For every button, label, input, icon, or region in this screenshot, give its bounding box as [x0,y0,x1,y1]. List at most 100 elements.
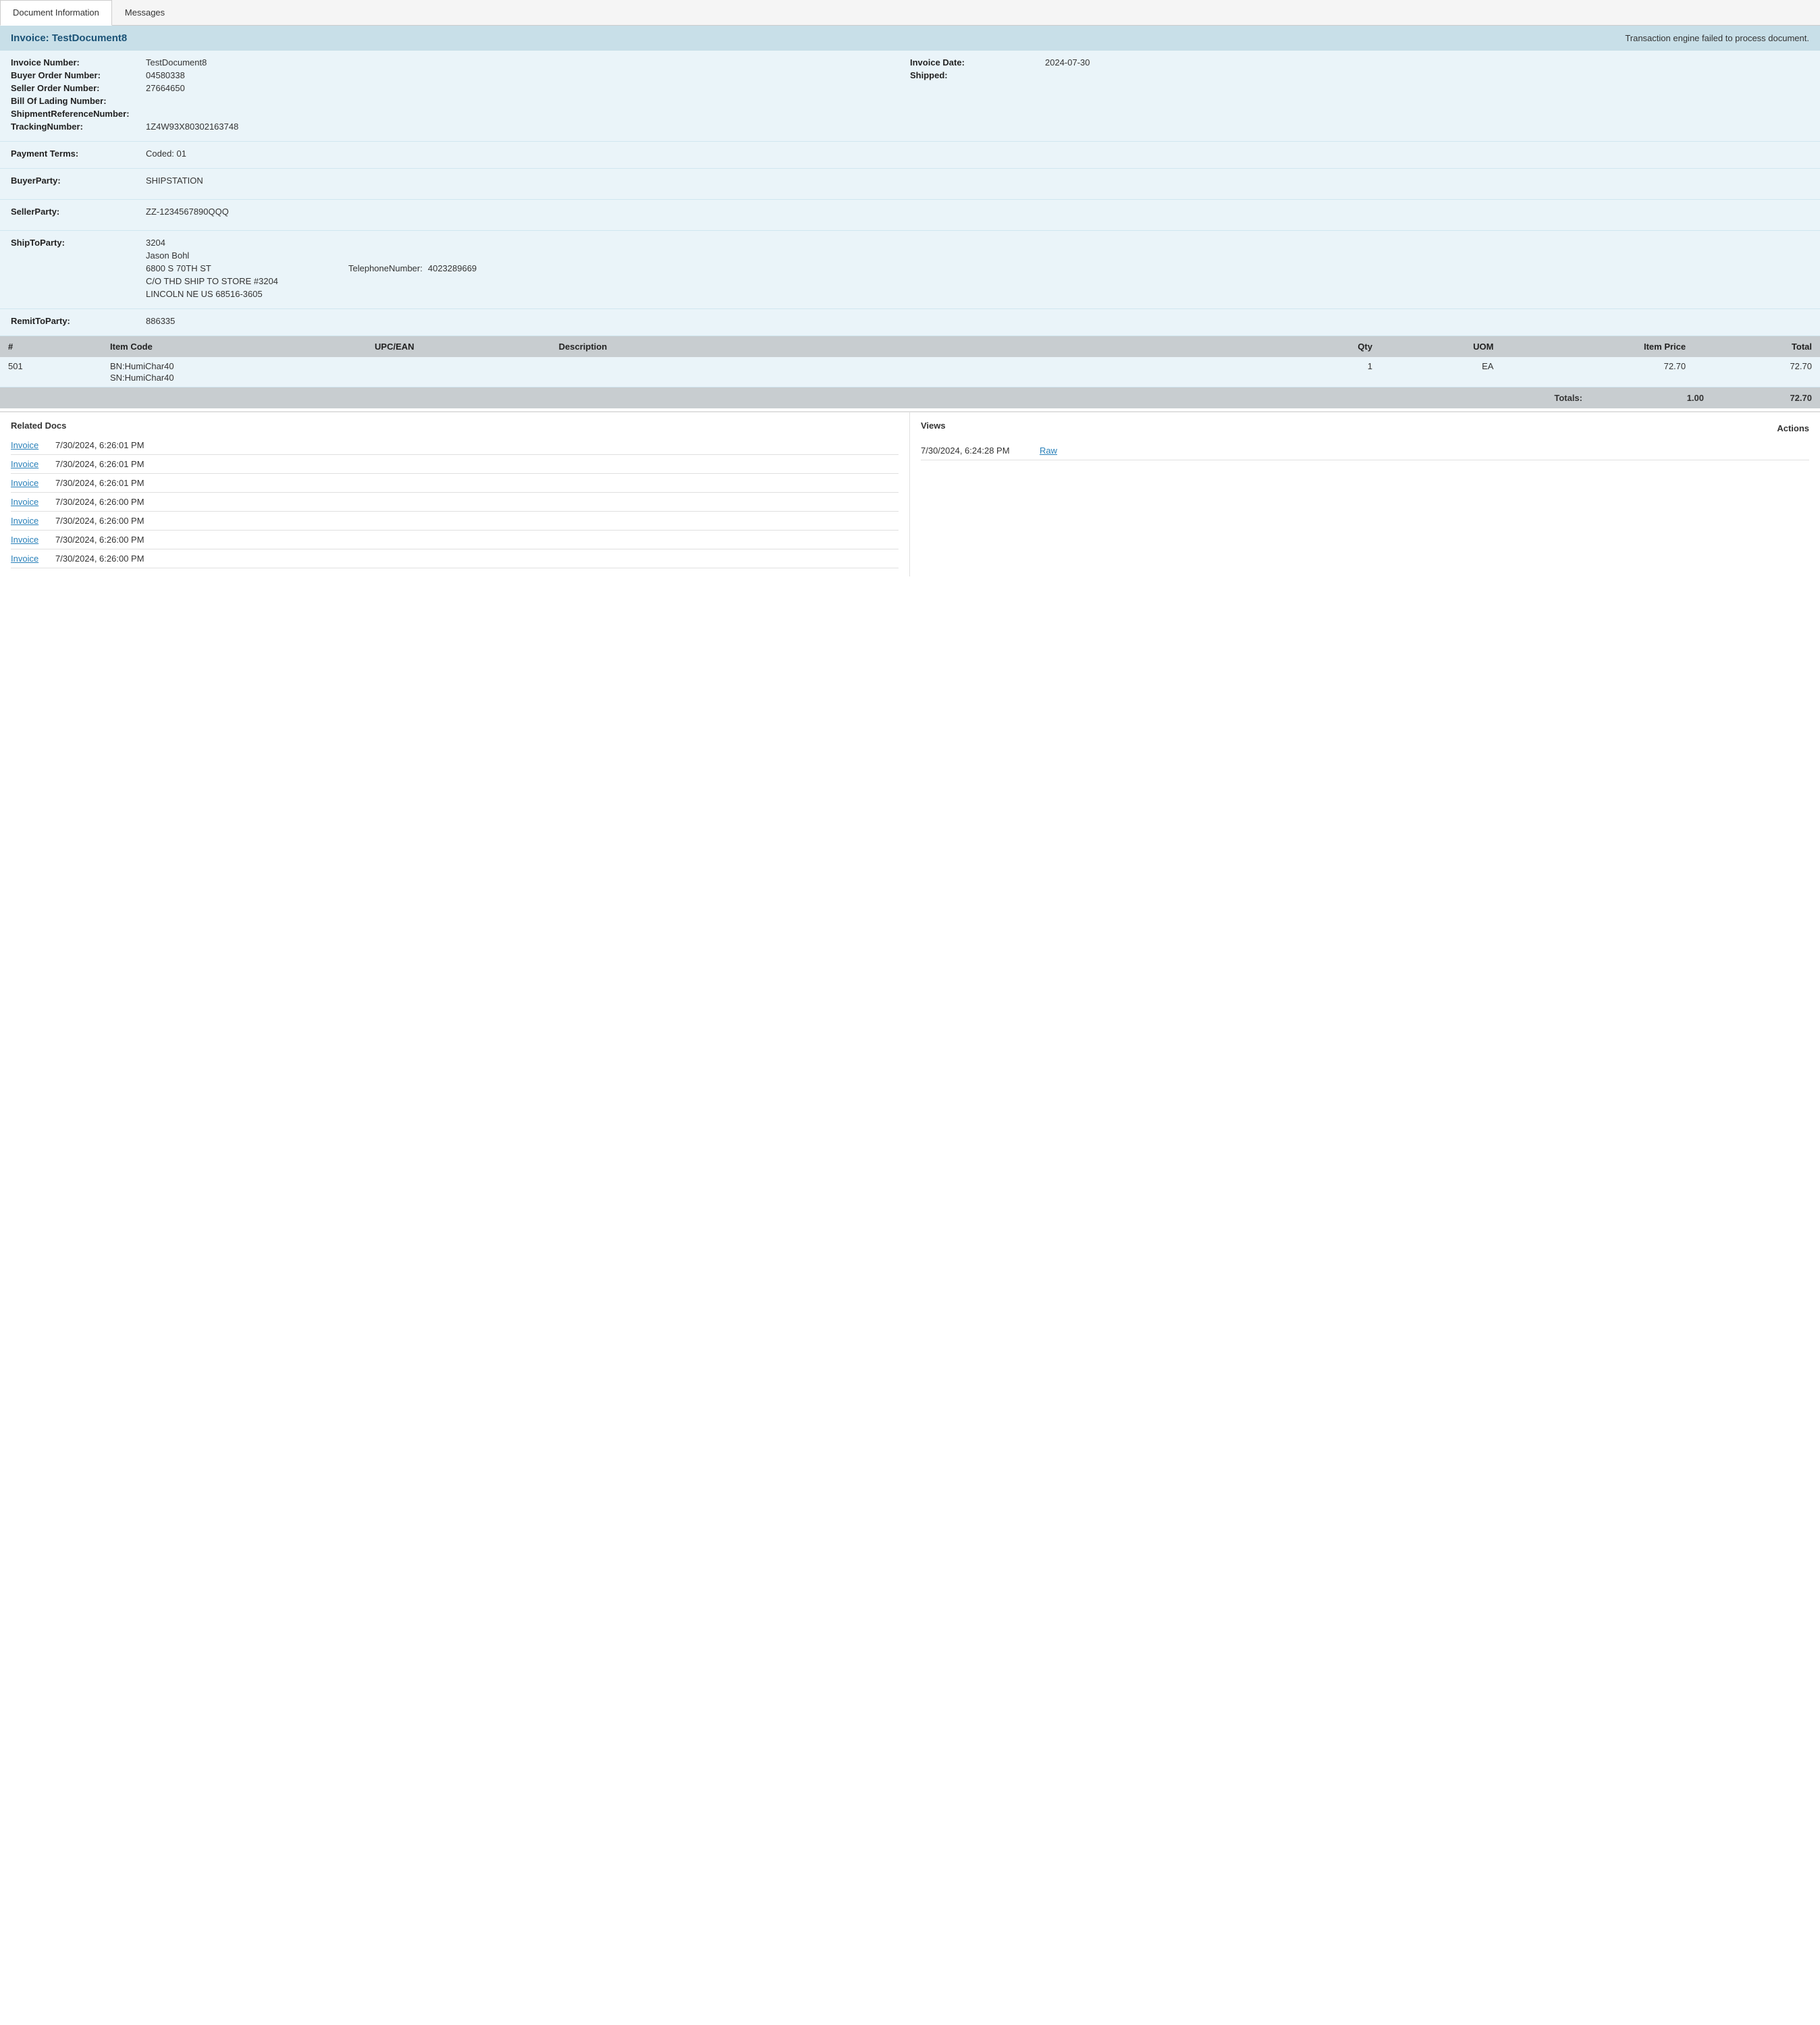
view-row: 7/30/2024, 6:24:28 PM Raw [921,441,1809,460]
shipment-ref-label: ShipmentReferenceNumber: [11,109,146,119]
shipto-name-row: Jason Bohl [146,250,1809,261]
payment-terms-value: Coded: 01 [146,148,186,159]
invoice-banner: Invoice: TestDocument8 Transaction engin… [0,26,1820,51]
related-docs-header: Related Docs [11,421,899,431]
invoice-title: Invoice: TestDocument8 [11,32,127,44]
tab-messages[interactable]: Messages [112,0,178,25]
related-doc-row: Invoice 7/30/2024, 6:26:00 PM [11,493,899,512]
table-row: 501 BN:HumiChar40 SN:HumiChar40 1 EA 72.… [0,357,1820,387]
shipto-content: Jason Bohl 6800 S 70TH ST TelephoneNumbe… [146,250,1809,299]
totals-label: Totals: [8,393,1636,403]
cell-total: 72.70 [1694,357,1820,387]
seller-order-value: 27664650 [146,83,185,93]
related-docs-list: Invoice 7/30/2024, 6:26:01 PM Invoice 7/… [11,436,899,568]
buyer-party-label: BuyerParty: [11,176,146,186]
doc-link[interactable]: Invoice [11,459,45,469]
doc-date: 7/30/2024, 6:26:00 PM [55,535,144,545]
invoice-error: Transaction engine failed to process doc… [1625,33,1809,43]
tracking-label: TrackingNumber: [11,122,146,132]
related-doc-row: Invoice 7/30/2024, 6:26:01 PM [11,474,899,493]
table-header-row: # Item Code UPC/EAN Description Qty UOM … [0,336,1820,357]
views-header: Views [921,421,946,431]
cell-description [551,357,1279,387]
remit-to-row: RemitToParty: 886335 [11,316,1809,326]
shipto-header-row: ShipToParty: 3204 [11,238,1809,248]
main-content: Invoice Number: TestDocument8 Buyer Orde… [0,51,1820,408]
cell-num: 501 [0,357,102,387]
invoice-number-value: TestDocument8 [146,57,207,68]
remit-to-section: RemitToParty: 886335 [0,309,1820,336]
seller-order-label: Seller Order Number: [11,83,146,93]
shipto-address2: C/O THD SHIP TO STORE #3204 [146,276,278,286]
doc-link[interactable]: Invoice [11,478,45,488]
tab-document-information[interactable]: Document Information [0,0,112,26]
shipto-city-state: LINCOLN NE US 68516-3605 [146,289,263,299]
totals-qty: 1.00 [1636,393,1704,403]
doc-link[interactable]: Invoice [11,516,45,526]
invoice-basic-fields: Invoice Number: TestDocument8 Buyer Orde… [0,51,1820,142]
buyer-party-value: SHIPSTATION [146,176,203,186]
item-code-line1: BN:HumiChar40 [110,361,358,371]
totals-total: 72.70 [1758,393,1812,403]
shipto-section: ShipToParty: 3204 Jason Bohl 6800 S 70TH… [0,231,1820,309]
doc-link[interactable]: Invoice [11,535,45,545]
doc-date: 7/30/2024, 6:26:01 PM [55,459,144,469]
payment-terms-label: Payment Terms: [11,148,146,159]
doc-date: 7/30/2024, 6:26:00 PM [55,497,144,507]
shipto-city-row: LINCOLN NE US 68516-3605 [146,289,1809,299]
col-item-code: Item Code [102,336,367,357]
buyer-order-value: 04580338 [146,70,185,80]
totals-row: Totals: 1.00 72.70 [0,387,1820,408]
tracking-row: TrackingNumber: 1Z4W93X80302163748 [11,122,910,132]
shipto-label: ShipToParty: [11,238,146,248]
related-doc-row: Invoice 7/30/2024, 6:26:01 PM [11,455,899,474]
payment-terms-section: Payment Terms: Coded: 01 [0,142,1820,169]
col-upc: UPC/EAN [367,336,551,357]
cell-item-price: 72.70 [1501,357,1694,387]
doc-date: 7/30/2024, 6:26:00 PM [55,516,144,526]
invoice-date-value: 2024-07-30 [1045,57,1090,68]
view-link[interactable]: Raw [1040,446,1057,456]
view-date: 7/30/2024, 6:24:28 PM [921,446,1029,456]
shipto-address2-row: C/O THD SHIP TO STORE #3204 [146,276,1809,286]
seller-party-section: SellerParty: ZZ-1234567890QQQ [0,200,1820,231]
shipto-phone-label: TelephoneNumber: [348,263,423,273]
invoice-number-row: Invoice Number: TestDocument8 [11,57,910,68]
remit-to-label: RemitToParty: [11,316,146,326]
items-table: # Item Code UPC/EAN Description Qty UOM … [0,336,1820,387]
views-header-row: Views Actions [921,421,1809,436]
shipto-phone-value: 4023289669 [428,263,477,273]
related-doc-row: Invoice 7/30/2024, 6:26:00 PM [11,512,899,531]
related-doc-row: Invoice 7/30/2024, 6:26:00 PM [11,549,899,568]
buyer-party-section: BuyerParty: SHIPSTATION [0,169,1820,200]
doc-link[interactable]: Invoice [11,497,45,507]
seller-order-row: Seller Order Number: 27664650 [11,83,910,93]
doc-link[interactable]: Invoice [11,554,45,564]
views-panel: Views Actions 7/30/2024, 6:24:28 PM Raw [910,412,1820,576]
buyer-party-row: BuyerParty: SHIPSTATION [11,176,1809,186]
doc-link[interactable]: Invoice [11,440,45,450]
shipto-id: 3204 [146,238,165,248]
invoice-number-label: Invoice Number: [11,57,146,68]
shipment-ref-row: ShipmentReferenceNumber: [11,109,910,119]
col-item-price: Item Price [1501,336,1694,357]
seller-party-label: SellerParty: [11,207,146,217]
cell-item-code: BN:HumiChar40 SN:HumiChar40 [102,357,367,387]
related-doc-row: Invoice 7/30/2024, 6:26:01 PM [11,436,899,455]
related-doc-row: Invoice 7/30/2024, 6:26:00 PM [11,531,899,549]
cell-upc [367,357,551,387]
buyer-order-label: Buyer Order Number: [11,70,146,80]
shipto-address1: 6800 S 70TH ST [146,263,294,273]
doc-date: 7/30/2024, 6:26:01 PM [55,440,144,450]
col-uom: UOM [1381,336,1502,357]
shipto-address1-row: 6800 S 70TH ST TelephoneNumber: 40232896… [146,263,1809,273]
payment-terms-row: Payment Terms: Coded: 01 [11,148,1809,159]
cell-uom: EA [1381,357,1502,387]
bottom-panels: Related Docs Invoice 7/30/2024, 6:26:01 … [0,411,1820,576]
bill-of-lading-label: Bill Of Lading Number: [11,96,146,106]
shipped-row: Shipped: [910,70,1809,80]
buyer-order-row: Buyer Order Number: 04580338 [11,70,910,80]
invoice-date-label: Invoice Date: [910,57,1045,68]
seller-party-value: ZZ-1234567890QQQ [146,207,229,217]
remit-to-value: 886335 [146,316,175,326]
